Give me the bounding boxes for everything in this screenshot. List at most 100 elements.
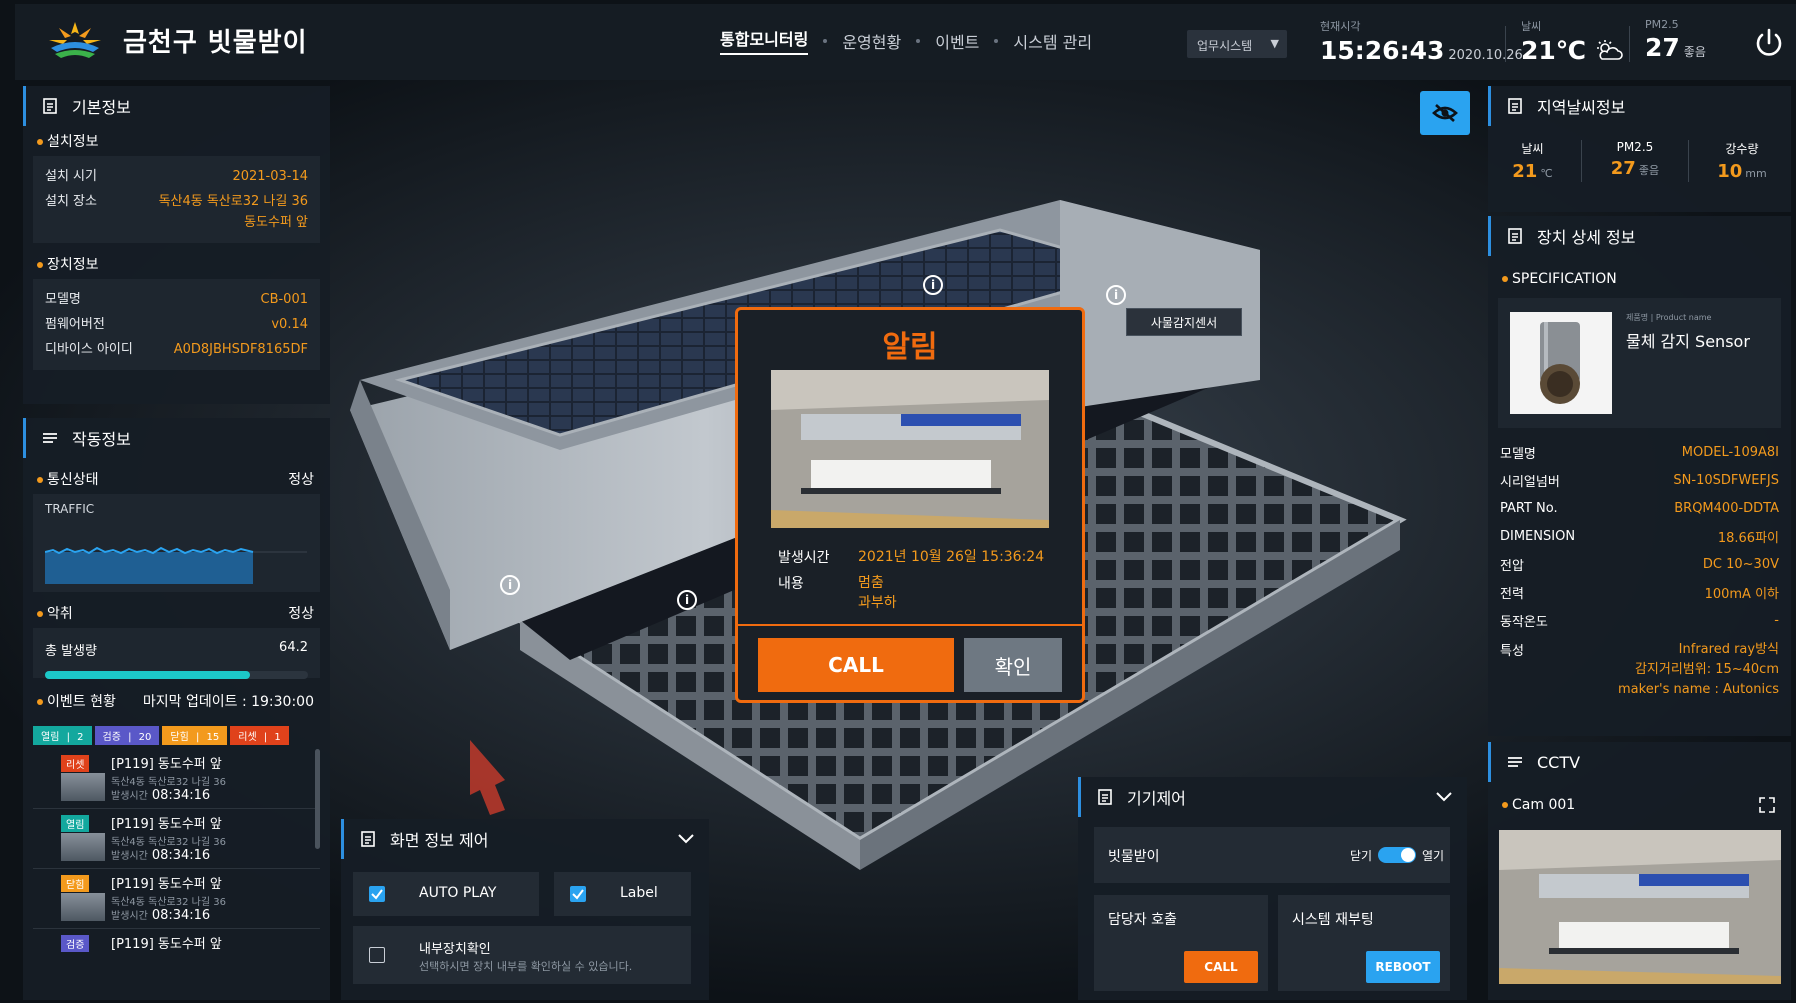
legend-closed[interactable]: 닫힘 | 15 <box>162 726 228 745</box>
device-id-key: 디바이스 아이디 <box>45 342 133 357</box>
nav-event[interactable]: 이벤트 <box>935 29 979 53</box>
product-card: 제품명 | Product name 물체 감지 Sensor <box>1498 298 1781 428</box>
panel-header: 기기제어 <box>1078 777 1467 817</box>
autoplay-checkbox[interactable] <box>369 886 385 902</box>
system-select-value: 업무시스템 <box>1197 39 1253 53</box>
inner-device-option[interactable]: 내부장치확인 선택하시면 장치 내부를 확인하실 수 있습니다. <box>353 926 691 984</box>
info-icon[interactable]: i <box>500 575 520 595</box>
reboot-button[interactable]: REBOOT <box>1366 951 1440 983</box>
open-label: 열기 <box>1422 849 1445 863</box>
caret-down-icon: ▼ <box>1270 37 1279 50</box>
date-value: 2020.10.26 <box>1448 48 1523 63</box>
list-item[interactable]: 리셋 [P119] 동도수퍼 앞 독산4동 독산로32 나길 36 발생시간 08… <box>33 749 320 809</box>
legend-label: 검증 <box>102 732 121 743</box>
legend-reset[interactable]: 리셋 | 1 <box>230 726 289 745</box>
comm-status-value: 정상 <box>288 472 314 488</box>
power-icon[interactable] <box>1752 26 1786 60</box>
alert-title: 알림 <box>882 330 938 365</box>
fullscreen-icon[interactable] <box>1759 797 1775 813</box>
alert-photo <box>771 370 1049 528</box>
divider <box>1629 26 1630 62</box>
gully-control-row: 빗물받이 닫기 열기 <box>1094 827 1450 883</box>
spec-value: BRQM400-DDTA <box>1674 500 1779 516</box>
device-detail-title: 장치 상세 정보 <box>1537 228 1636 247</box>
alert-confirm-button[interactable]: 확인 <box>964 638 1062 692</box>
document-icon <box>361 831 375 847</box>
app-root: 금천구 빗물받이 통합모니터링 운영현황 이벤트 시스템 관리 업무시스템 ▼ … <box>0 0 1796 1003</box>
check-icon <box>572 889 584 900</box>
device-id-value: A0D8JBHSDF8165DF <box>173 342 308 357</box>
legend-open[interactable]: 열림 | 2 <box>33 726 92 745</box>
inner-device-checkbox[interactable] <box>369 947 385 963</box>
weather-value: 21℃ <box>1521 36 1587 65</box>
chevron-down-icon[interactable] <box>1435 791 1453 803</box>
top-bar: 금천구 빗물받이 통합모니터링 운영현황 이벤트 시스템 관리 업무시스템 ▼ … <box>15 4 1796 80</box>
cam-label: Cam 001 <box>1502 797 1575 813</box>
label-checkbox[interactable] <box>570 886 586 902</box>
event-tag: 리셋 <box>61 755 90 772</box>
feature-key: 특성 <box>1500 644 1524 659</box>
weather-stat-label: 강수량 <box>1725 142 1759 156</box>
event-legend: 열림 | 2 검증 | 20 닫힘 | 15 리셋 | 1 <box>33 726 320 745</box>
legend-label: 열림 <box>41 732 60 743</box>
cam-subheader: Cam 001 <box>1488 790 1791 820</box>
weather-stat-value: 21 <box>1512 161 1538 182</box>
app-title: 금천구 빗물받이 <box>123 28 308 58</box>
event-list-scrollbar[interactable] <box>315 749 320 849</box>
header-weather: 날씨 21℃ <box>1521 18 1624 65</box>
info-icon[interactable]: i <box>923 275 943 295</box>
label-option[interactable]: Label <box>554 872 691 916</box>
open-close-toggle[interactable] <box>1378 847 1416 863</box>
list-item[interactable]: 열림 [P119] 동도수퍼 앞 독산4동 독산로32 나길 36 발생시간 08… <box>33 809 320 869</box>
time-value: 15:26:43 <box>1320 36 1445 65</box>
weather-stats: 날씨 21 ℃ PM2.5 27 좋음 강수량 10 mm <box>1488 126 1791 196</box>
odor-gauge-bar <box>45 671 308 679</box>
event-address: 독산4동 독산로32 나길 36 <box>111 777 226 788</box>
info-icon[interactable]: i <box>1106 285 1126 305</box>
event-address: 독산4동 독산로32 나길 36 <box>111 837 226 848</box>
install-info-box: 설치 시기 2021-03-14 설치 장소 독산4동 독산로32 나길 36 동도… <box>33 156 320 243</box>
pm-status: 좋음 <box>1683 45 1706 59</box>
system-select[interactable]: 업무시스템 ▼ <box>1187 30 1287 58</box>
legend-count: 15 <box>206 732 220 743</box>
nav-system-management[interactable]: 시스템 관리 <box>1013 29 1092 53</box>
pm-value: 27 <box>1645 33 1680 62</box>
autoplay-option[interactable]: AUTO PLAY <box>353 872 539 916</box>
panel-header: 화면 정보 제어 <box>341 819 709 859</box>
chevron-down-icon[interactable] <box>677 833 695 845</box>
odor-total-label: 총 발생량 <box>45 644 97 659</box>
cctv-video-feed[interactable] <box>1499 830 1781 984</box>
hide-eye-toggle-button[interactable] <box>1420 91 1470 135</box>
weather-label: 날씨 <box>1521 20 1542 33</box>
alert-call-button[interactable]: CALL <box>758 638 954 692</box>
event-status-label: 이벤트 현황 <box>37 691 116 711</box>
nav-integrated-monitoring[interactable]: 통합모니터링 <box>720 26 809 55</box>
nav-operation-status[interactable]: 운영현황 <box>842 29 901 53</box>
panel-header: 지역날씨정보 <box>1488 86 1791 126</box>
time-label: 현재시각 <box>1320 20 1361 33</box>
list-item[interactable]: 검증 [P119] 동도수퍼 앞 <box>33 929 320 959</box>
info-icon[interactable]: i <box>677 590 697 610</box>
install-date-value: 2021-03-14 <box>232 169 308 184</box>
event-time: 08:34:16 <box>151 788 211 803</box>
document-icon <box>1098 789 1112 805</box>
partly-cloudy-icon <box>1597 39 1623 60</box>
event-name: [P119] 동도수퍼 앞 <box>111 817 222 832</box>
legend-verify[interactable]: 검증 | 20 <box>94 726 160 745</box>
pm-label: PM2.5 <box>1645 18 1679 31</box>
autoplay-label: AUTO PLAY <box>419 885 497 901</box>
panel-header: 기본정보 <box>23 86 330 126</box>
list-item[interactable]: 닫힘 [P119] 동도수퍼 앞 독산4동 독산로32 나길 36 발생시간 08… <box>33 869 320 929</box>
install-date-key: 설치 시기 <box>45 169 97 184</box>
weather-stat-label: 날씨 <box>1521 142 1544 156</box>
manager-call-button[interactable]: CALL <box>1184 951 1258 983</box>
weather-stat-label: PM2.5 <box>1616 140 1654 154</box>
spec-value: MODEL-109A8I <box>1681 444 1779 460</box>
screen-control-panel: 화면 정보 제어 AUTO PLAY Label 내부장치확인 선택하시면 장치… <box>341 819 709 1000</box>
spec-value: 100mA 이하 <box>1704 586 1779 602</box>
last-update-text: 마지막 업데이트 : 19:30:00 <box>142 694 314 710</box>
document-icon <box>43 98 57 114</box>
model-value: CB-001 <box>260 292 309 307</box>
install-location-value-2: 동도수퍼 앞 <box>244 215 308 230</box>
menu-lines-icon <box>1508 757 1522 767</box>
